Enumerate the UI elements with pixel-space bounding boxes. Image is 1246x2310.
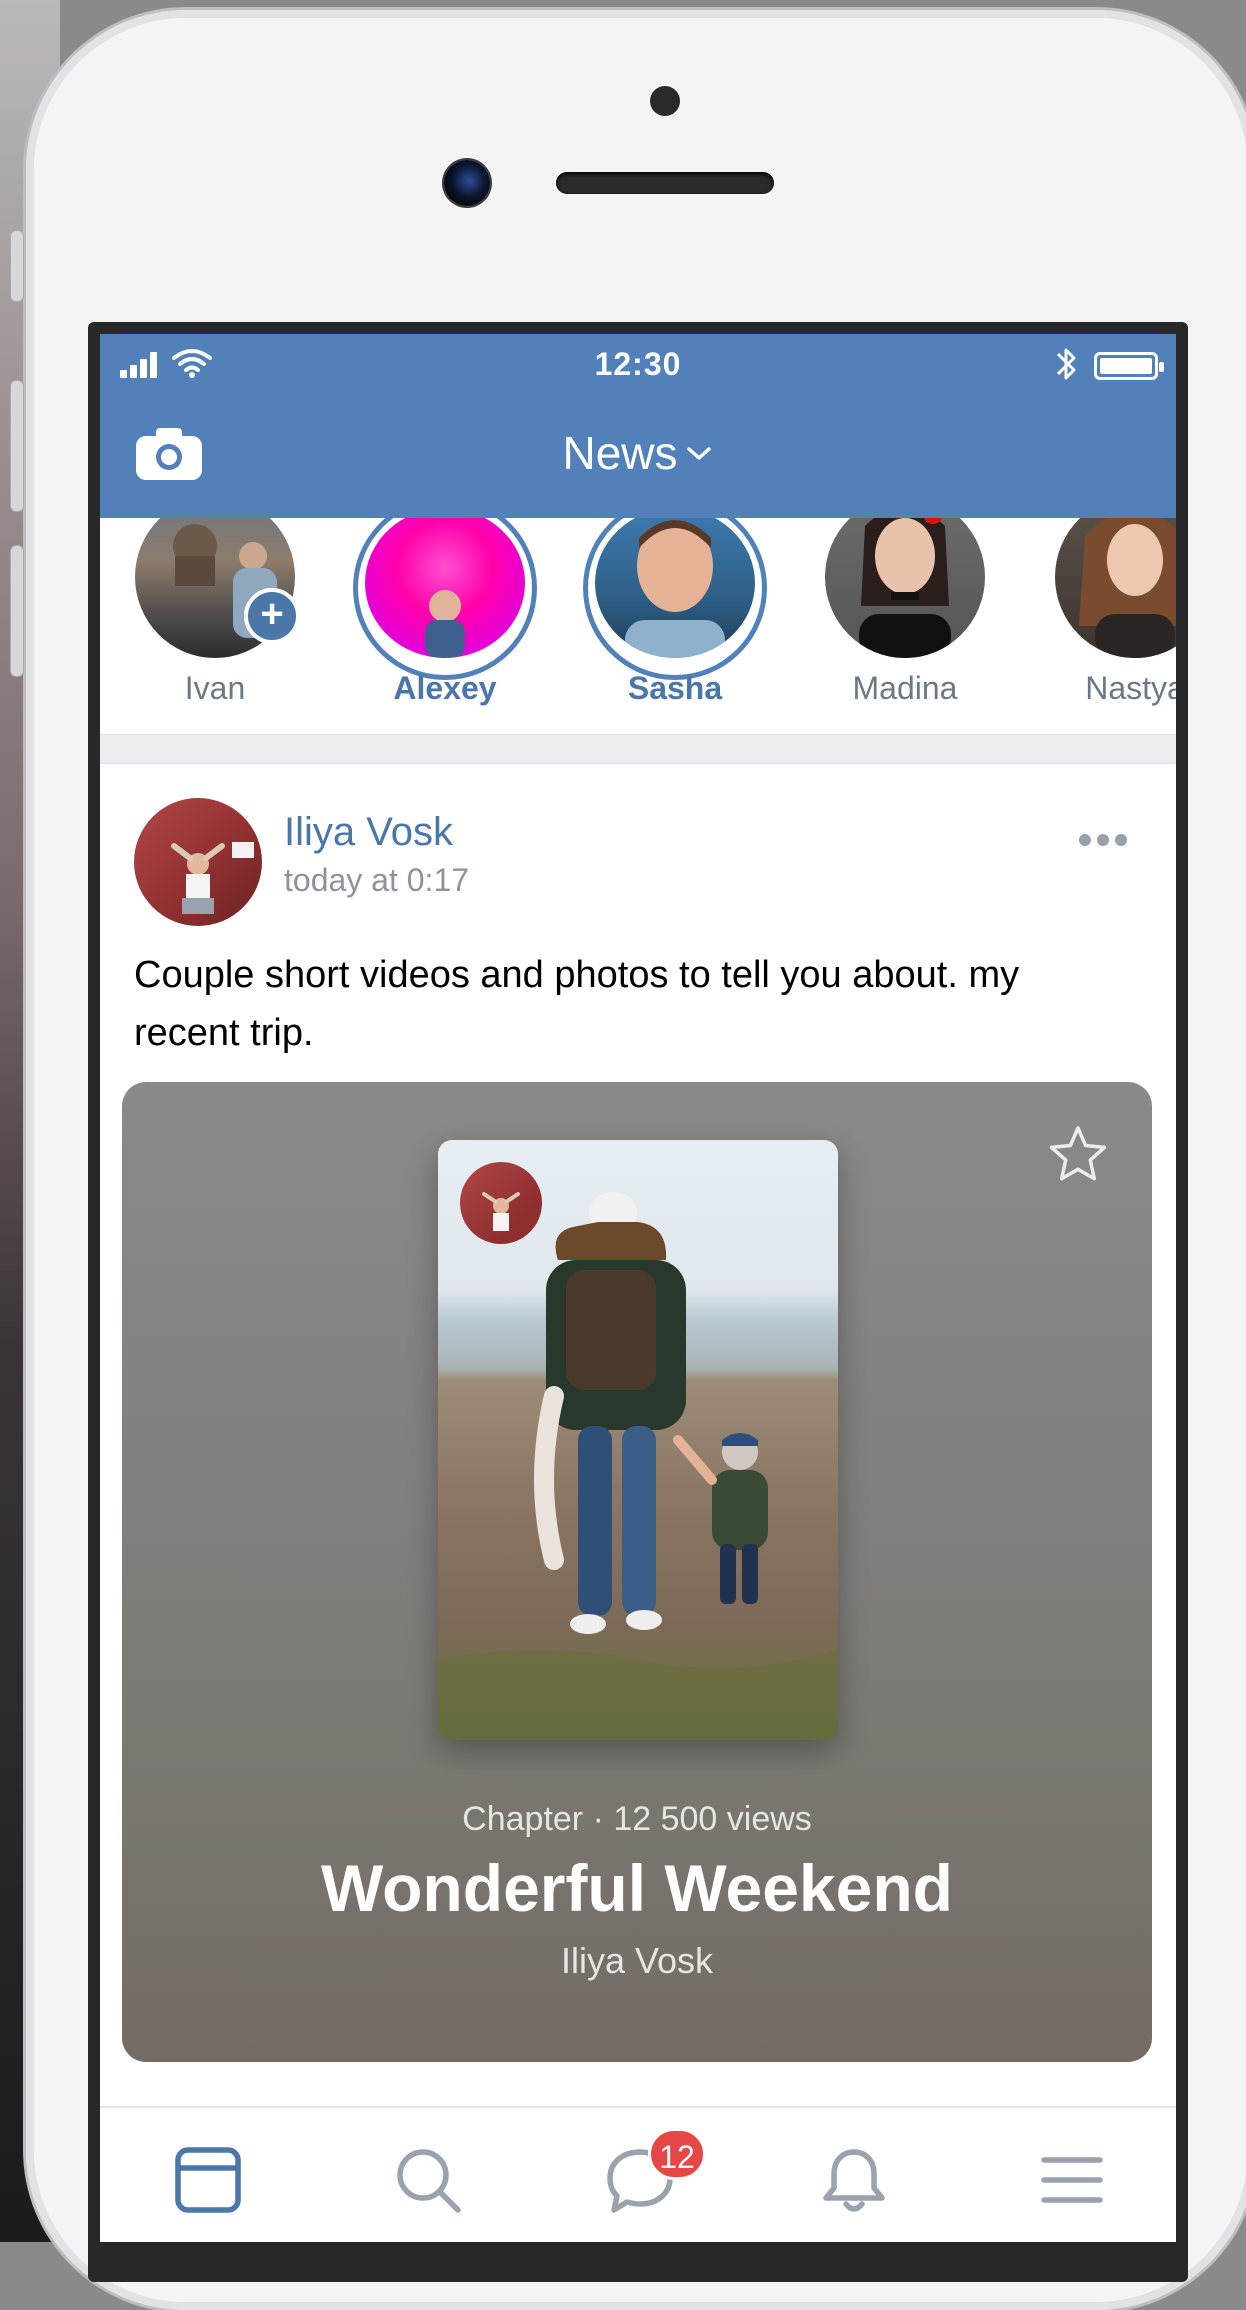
chapter-author-avatar [460, 1162, 542, 1244]
post-author[interactable]: Iliya Vosk [284, 810, 453, 855]
chapter-author: Iliya Vosk [560, 1940, 714, 1981]
more-options-icon[interactable] [1078, 812, 1128, 857]
story-name: Nastya [1085, 670, 1176, 706]
tab-search[interactable] [392, 2144, 472, 2224]
post-text: Couple short videos and photos to tell y… [134, 954, 1020, 1054]
proximity-sensor [650, 86, 680, 116]
bluetooth-icon [1054, 344, 1078, 393]
story-name: Alexey [393, 670, 497, 706]
add-story-plus-icon[interactable]: + [244, 588, 300, 644]
tab-messages[interactable]: 12 [604, 2128, 706, 2224]
chapter-cover-image [438, 1140, 838, 1740]
post-timestamp: today at 0:17 [284, 862, 470, 898]
feed-post: Iliya Vosk today at 0:17 Couple short vi… [100, 764, 1176, 2104]
feed-selector[interactable]: News [100, 426, 1176, 480]
tab-menu[interactable] [1036, 2144, 1116, 2224]
bottom-tab-bar: 12 [100, 2106, 1176, 2242]
news-feed-icon [175, 2147, 241, 2213]
battery-icon [1094, 352, 1164, 380]
tab-notifications[interactable] [818, 2144, 898, 2224]
stories-strip: + Ivan Alexey Sasha Madina Nastya [100, 518, 1176, 734]
earpiece-speaker [556, 172, 774, 194]
chapter-title: Wonderful Weekend [321, 1851, 953, 1925]
star-icon[interactable] [1048, 1124, 1108, 1184]
mute-switch [10, 230, 24, 302]
menu-icon [1041, 2157, 1103, 2203]
chapter-meta: Chapter · 12 500 views [462, 1800, 812, 1838]
search-icon [397, 2149, 461, 2213]
tab-news[interactable] [172, 2144, 252, 2224]
front-camera-icon [444, 160, 490, 206]
author-avatar[interactable] [134, 798, 262, 926]
top-navigation-bar: News [100, 398, 1176, 518]
volume-up-button [10, 380, 24, 512]
story-name: Ivan [184, 670, 246, 706]
chevron-down-icon [684, 434, 714, 471]
status-bar: 12:30 [100, 334, 1176, 398]
app-screen: 12:30 News + Ivan Alexey Sasha Madina Na… [100, 334, 1176, 2242]
volume-down-button [10, 545, 24, 677]
section-divider [100, 734, 1176, 764]
story-name: Sasha [627, 670, 723, 706]
page-title: News [562, 427, 678, 479]
notifications-bell-icon [823, 2149, 885, 2212]
story-name: Madina [852, 670, 958, 706]
unread-count-badge: 12 [648, 2128, 706, 2180]
avatar [1055, 518, 1176, 658]
status-time: 12:30 [594, 346, 682, 382]
story-chapter-card[interactable]: Chapter · 12 500 views Wonderful Weekend… [122, 1082, 1152, 2062]
avatar [825, 518, 985, 658]
